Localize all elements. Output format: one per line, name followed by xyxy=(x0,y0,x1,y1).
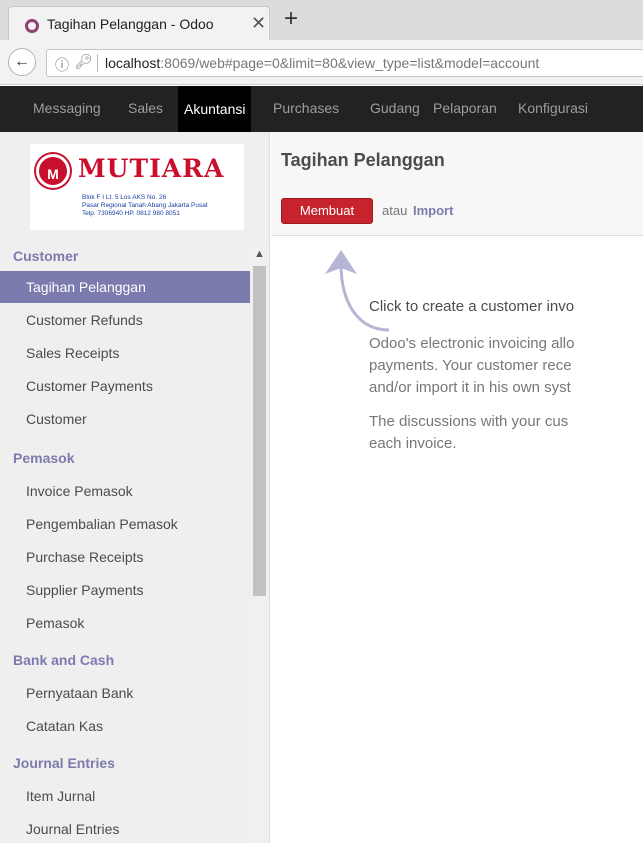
help-title: Click to create a customer invo xyxy=(369,298,575,315)
sidebar-item-catatan-kas[interactable]: Catatan Kas xyxy=(0,710,250,742)
scroll-up-icon[interactable]: ▲ xyxy=(254,248,265,260)
sidebar-item-customer-payments[interactable]: Customer Payments xyxy=(0,370,250,402)
or-label: atau xyxy=(382,203,408,218)
sidebar-item-supplier-payments[interactable]: Supplier Payments xyxy=(0,574,250,606)
logo-name: MUTIARA xyxy=(78,154,225,183)
close-icon[interactable]: ✕ xyxy=(251,13,266,34)
browser-tab-bar: Tagihan Pelanggan - Odoo ✕ + xyxy=(0,0,643,40)
help-line: Odoo's electronic invoicing allo xyxy=(369,335,575,352)
url-text: localhost:8069/web#page=0&limit=80&view_… xyxy=(105,55,539,71)
url-separator xyxy=(97,54,98,72)
sidebar-scrollbar[interactable]: ▲ xyxy=(250,244,269,843)
topnav-akuntansi[interactable]: Akuntansi xyxy=(178,86,252,132)
page-title: Tagihan Pelanggan xyxy=(281,150,445,170)
logo-address-line: Telp. 7306940 HP. 0812 980 8051 xyxy=(82,210,180,217)
help-paragraph: Odoo's electronic invoicing allo payment… xyxy=(369,333,643,399)
logo-address-line: Pasar Regional Tanah Abang Jakarta Pusat xyxy=(82,202,208,209)
logo-mark: M xyxy=(36,154,70,188)
sidebar-item-pemasok[interactable]: Pemasok xyxy=(0,607,250,639)
info-icon[interactable]: ⓘ xyxy=(55,55,69,75)
sidebar-item-customer[interactable]: Customer xyxy=(0,403,250,435)
topnav-pelaporan[interactable]: Pelaporan xyxy=(433,100,497,116)
sidebar-item-invoice-pemasok[interactable]: Invoice Pemasok xyxy=(0,475,250,507)
odoo-favicon-icon xyxy=(25,19,39,33)
sidebar-item-pengembalian-pemasok[interactable]: Pengembalian Pemasok xyxy=(0,508,250,540)
sidebar-item-pernyataan-bank[interactable]: Pernyataan Bank xyxy=(0,677,250,709)
sidebar-item-journal-entries[interactable]: Journal Entries xyxy=(0,813,250,843)
create-button[interactable]: Membuat xyxy=(281,198,373,224)
control-panel: Tagihan Pelanggan Membuat atau Import xyxy=(271,132,643,236)
topnav-gudang[interactable]: Gudang xyxy=(370,100,420,116)
top-menu: Messaging Sales Akuntansi Purchases Guda… xyxy=(0,86,643,132)
topnav-purchases[interactable]: Purchases xyxy=(273,100,339,116)
help-line: The discussions with your cus xyxy=(369,413,569,430)
sidebar-item-customer-refunds[interactable]: Customer Refunds xyxy=(0,304,250,336)
section-customer: Customer xyxy=(13,248,79,264)
topnav-sales[interactable]: Sales xyxy=(128,100,163,116)
browser-tab[interactable]: Tagihan Pelanggan - Odoo ✕ xyxy=(8,6,270,40)
scroll-thumb[interactable] xyxy=(253,266,266,596)
url-path: :8069/web#page=0&limit=80&view_type=list… xyxy=(160,55,540,71)
section-bank-and-cash: Bank and Cash xyxy=(13,652,115,668)
sidebar-item-purchase-receipts[interactable]: Purchase Receipts xyxy=(0,541,250,573)
url-field[interactable]: ⓘ 🔑︎ localhost:8069/web#page=0&limit=80&… xyxy=(46,49,643,77)
help-line: and/or import it in his own syst xyxy=(369,379,571,396)
import-link[interactable]: Import xyxy=(413,203,453,218)
address-bar: ← ⓘ 🔑︎ localhost:8069/web#page=0&limit=8… xyxy=(0,40,643,85)
help-line: each invoice. xyxy=(369,435,457,452)
logo-address: Blok F I Lt. 5 Los AKS No. 26 Pasar Regi… xyxy=(82,194,208,218)
topnav-konfigurasi[interactable]: Konfigurasi xyxy=(518,100,588,116)
topnav-messaging[interactable]: Messaging xyxy=(33,100,101,116)
sidebar-item-sales-receipts[interactable]: Sales Receipts xyxy=(0,337,250,369)
sidebar: M MUTIARA Blok F I Lt. 5 Los AKS No. 26 … xyxy=(0,132,270,843)
sidebar-item-tagihan-pelanggan[interactable]: Tagihan Pelanggan xyxy=(0,271,250,303)
key-icon: 🔑︎ xyxy=(75,53,93,69)
section-journal-entries: Journal Entries xyxy=(13,755,115,771)
help-line: payments. Your customer rece xyxy=(369,357,572,374)
tab-title: Tagihan Pelanggan - Odoo xyxy=(47,16,214,32)
new-tab-icon[interactable]: + xyxy=(284,5,298,33)
empty-help: Click to create a customer invo Odoo's e… xyxy=(369,298,643,467)
main-content: Tagihan Pelanggan Membuat atau Import Cl… xyxy=(271,132,643,843)
back-arrow-icon[interactable]: ← xyxy=(8,48,36,76)
url-host: localhost xyxy=(105,55,161,71)
help-paragraph: The discussions with your cus each invoi… xyxy=(369,411,643,455)
section-pemasok: Pemasok xyxy=(13,450,75,466)
logo-address-line: Blok F I Lt. 5 Los AKS No. 26 xyxy=(82,194,167,201)
company-logo[interactable]: M MUTIARA Blok F I Lt. 5 Los AKS No. 26 … xyxy=(30,144,244,230)
sidebar-item-item-jurnal[interactable]: Item Jurnal xyxy=(0,780,250,812)
